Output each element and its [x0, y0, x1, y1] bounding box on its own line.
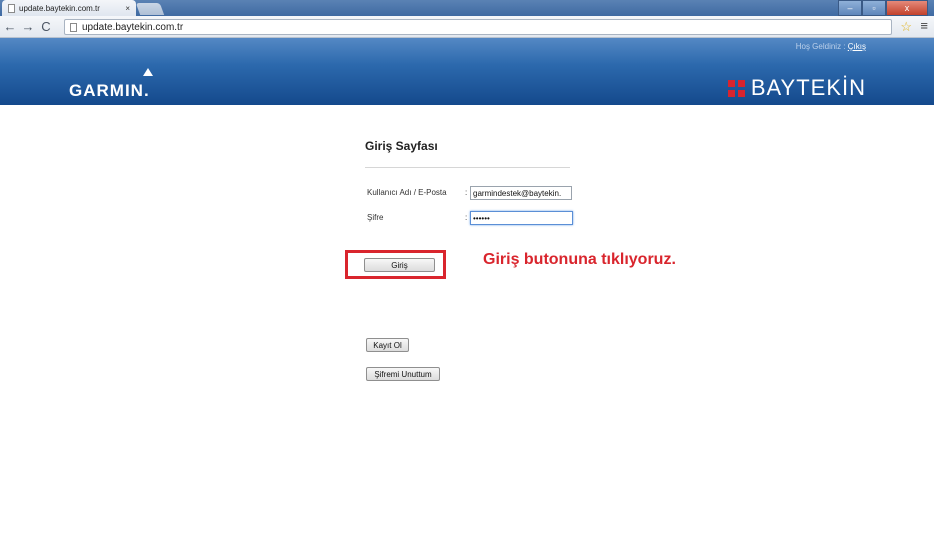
garmin-logo: GARMIN. — [69, 81, 150, 100]
password-field[interactable]: •••••• — [470, 211, 573, 225]
username-colon: : — [465, 188, 468, 197]
window-controls: – ▫ x — [838, 0, 928, 16]
tab-title: update.baytekin.com.tr — [19, 3, 100, 13]
page-title: Giriş Sayfası — [365, 139, 438, 153]
reload-icon[interactable]: C — [38, 19, 54, 34]
tab-close-icon[interactable]: × — [125, 4, 130, 13]
forgot-password-button[interactable]: Şifremi Unuttum — [366, 367, 440, 381]
address-url: update.baytekin.com.tr — [82, 21, 184, 33]
page-icon — [8, 3, 15, 13]
maximize-button[interactable]: ▫ — [862, 0, 886, 16]
close-window-button[interactable]: x — [886, 0, 928, 16]
password-label: Şifre — [367, 213, 384, 222]
back-icon[interactable]: ← — [2, 19, 18, 34]
browser-tab[interactable]: update.baytekin.com.tr × — [2, 0, 136, 16]
title-divider — [365, 167, 570, 168]
garmin-triangle-icon — [143, 68, 153, 76]
username-field[interactable]: garmindestek@baytekin. — [470, 186, 572, 200]
login-button[interactable]: Giriş — [364, 258, 435, 272]
welcome-text: Hoş Geldiniz : — [795, 42, 848, 51]
new-tab-button[interactable] — [135, 3, 165, 15]
username-label: Kullanıcı Adı / E-Posta — [367, 188, 447, 197]
star-icon[interactable]: ☆ — [900, 19, 912, 35]
address-bar[interactable]: update.baytekin.com.tr — [64, 19, 892, 35]
baytekin-logo: BAYTEKİN — [727, 75, 866, 101]
annotation-text: Giriş butonuna tıklıyoruz. — [483, 251, 676, 268]
page-icon — [70, 22, 77, 32]
browser-tabstrip: update.baytekin.com.tr × – ▫ x — [0, 0, 934, 16]
baytekin-logo-text: BAYTEKİN — [750, 75, 866, 100]
baytekin-logo-icon — [727, 79, 745, 97]
site-header: Hoş Geldiniz : Çıkış GARMIN. BAYTEKİN — [0, 38, 934, 105]
logout-link[interactable]: Çıkış — [848, 42, 866, 51]
password-colon: : — [465, 213, 468, 222]
register-button[interactable]: Kayıt Ol — [366, 338, 409, 352]
browser-toolbar: ← → C update.baytekin.com.tr ☆ ≡ — [0, 16, 934, 38]
minimize-button[interactable]: – — [838, 0, 862, 16]
welcome-bar: Hoş Geldiniz : Çıkış — [796, 42, 866, 51]
menu-icon[interactable]: ≡ — [920, 18, 928, 33]
forward-icon[interactable]: → — [20, 19, 36, 34]
